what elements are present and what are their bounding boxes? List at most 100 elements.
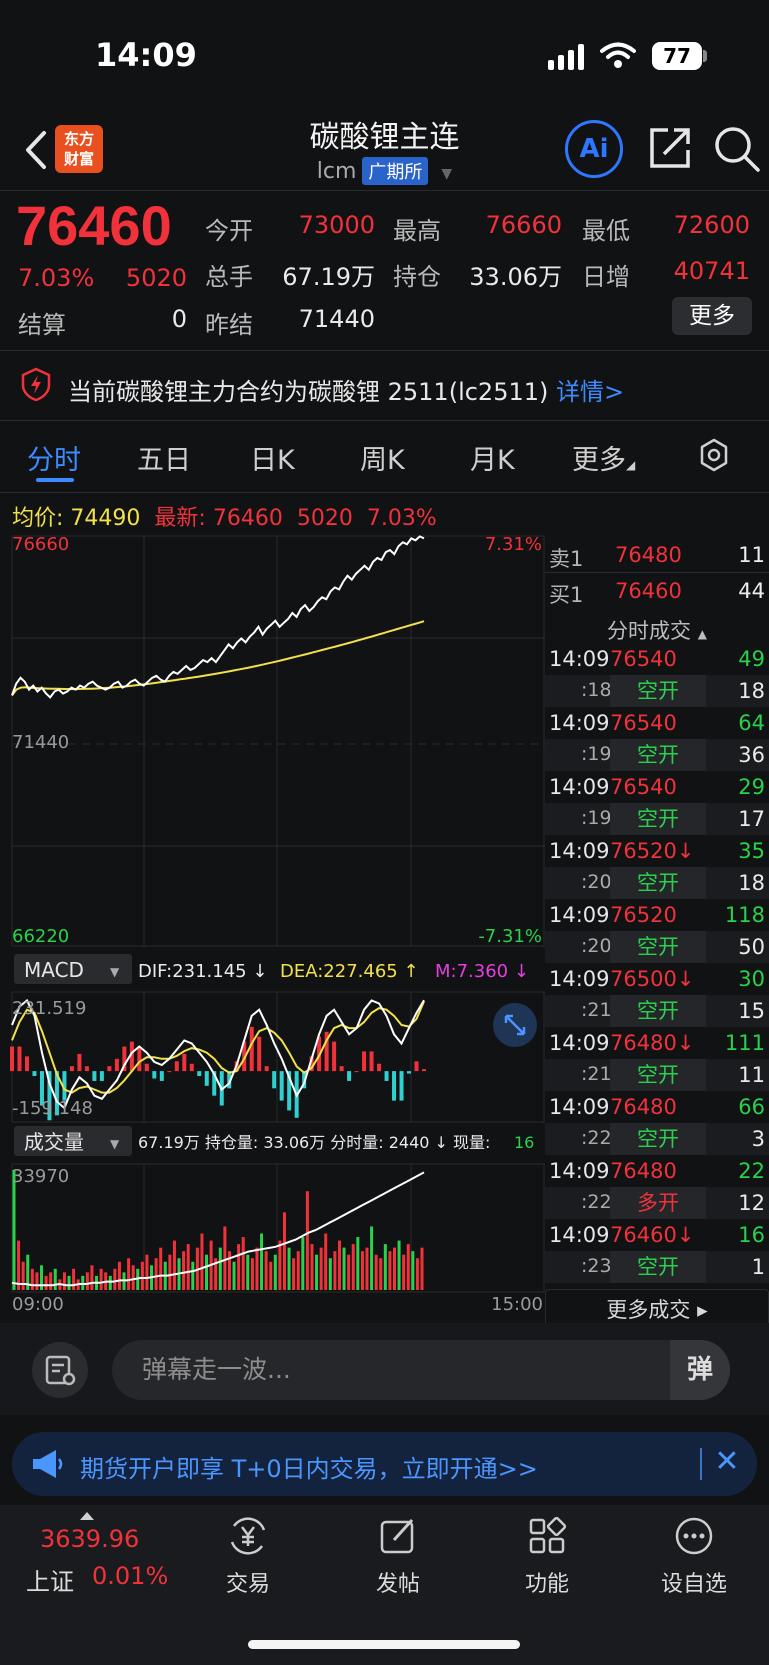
volume-bar (415, 1258, 419, 1290)
battery-tip (703, 50, 707, 62)
volume-bar (255, 1247, 259, 1290)
order-book-volume: 11 (738, 543, 765, 567)
comment-list-icon[interactable] (32, 1342, 88, 1398)
tick-seconds: :23 (581, 1255, 612, 1277)
edit-post-icon (380, 1518, 414, 1554)
macd-bar (69, 1066, 74, 1072)
tick-price: 76520 (610, 903, 677, 927)
intraday-info-line: 均价: 74490 最新: 76460 5020 7.03% (12, 506, 437, 531)
nav-functions[interactable]: 功能 (487, 1512, 607, 1598)
volume-bar (232, 1261, 236, 1290)
volume-bar (250, 1258, 254, 1290)
notice-detail-link[interactable]: 详情> (556, 378, 624, 406)
danmu-input[interactable]: 弹幕走一波... (112, 1340, 730, 1400)
volume-bar (296, 1251, 300, 1290)
danmu-toggle-button[interactable]: 弹 (670, 1340, 730, 1400)
tick-row: 14:09 76540 29 (545, 771, 769, 803)
close-icon[interactable]: ✕ (712, 1442, 742, 1482)
tab-monthly-k[interactable]: 月K (470, 438, 515, 477)
tick-seconds: :21 (581, 1063, 612, 1085)
tick-action: 空开 (610, 1059, 706, 1091)
tick-subrow: :23 空开 1 (545, 1251, 769, 1283)
volume-bar (287, 1247, 291, 1290)
volume-bar (117, 1261, 121, 1290)
divider (0, 190, 769, 191)
macd-bar (144, 1063, 149, 1072)
tick-sub-volume: 17 (738, 807, 765, 831)
tick-seconds: :19 (581, 807, 612, 829)
volume-bar (282, 1212, 286, 1290)
tick-volume: 49 (738, 647, 765, 671)
status-time: 14:09 (95, 36, 197, 74)
signal-icon (548, 44, 584, 70)
promo-text[interactable]: 期货开户即享 T+0日内交易，立即开通>> (80, 1449, 538, 1484)
volume-bar (168, 1254, 172, 1290)
volume-bar (411, 1251, 415, 1290)
volume-bar (420, 1247, 424, 1290)
share-icon[interactable] (646, 124, 694, 172)
volume-selector-label: 成交量 (24, 1130, 84, 1154)
notice-text[interactable]: 当前碳酸锂主力合约为碳酸锂 2511(lc2511) 详情> (68, 372, 624, 407)
tab-intraday[interactable]: 分时 (27, 438, 81, 477)
daily-increase-label: 日增 (582, 263, 630, 291)
nav-trade[interactable]: 交易 (188, 1512, 308, 1598)
tab-weekly-k[interactable]: 周K (360, 438, 405, 477)
more-dots-icon (675, 1517, 713, 1555)
gear-icon[interactable] (696, 437, 732, 473)
tab-more[interactable]: 更多◢ (572, 438, 635, 477)
daily-increase-value: 40741 (673, 257, 750, 285)
wifi-icon (600, 42, 636, 68)
intraday-chart[interactable]: 76660 7.31% 71440 66220 -7.31% MACD ▼ DI… (0, 530, 545, 1320)
nav-watchlist[interactable]: 设自选 (634, 1512, 754, 1598)
macd-bar (347, 1071, 352, 1081)
open-interest-value: 33.06万 (469, 263, 562, 291)
ticks-header[interactable]: 分时成交 ▲ (545, 609, 769, 643)
volume-bar (365, 1247, 369, 1290)
index-change[interactable]: 0.01% (92, 1562, 168, 1590)
tick-price: 76480 (610, 1159, 677, 1183)
macd-bar (369, 1051, 374, 1072)
tick-subrow: :20 空开 50 (545, 931, 769, 963)
volume-bar (21, 1261, 25, 1290)
volume-bar (324, 1233, 328, 1290)
volume-bar (223, 1226, 227, 1290)
ai-assistant-button[interactable]: Ai (565, 120, 623, 178)
more-quote-button[interactable]: 更多 (672, 297, 752, 335)
macd-bar (257, 1036, 262, 1072)
divider (0, 492, 769, 493)
index-value[interactable]: 3639.96 (40, 1525, 139, 1553)
tick-subrow: :21 空开 11 (545, 1059, 769, 1091)
volume-bar (347, 1254, 351, 1290)
nav-post[interactable]: 发帖 (338, 1512, 458, 1598)
price-axis-top: 76660 (12, 534, 69, 555)
volume-bar (301, 1237, 305, 1290)
volume-bar (53, 1268, 57, 1290)
tick-row: 14:09 76500↓ 30 (545, 963, 769, 995)
tick-seconds: :20 (581, 935, 612, 957)
tick-sub-volume: 15 (738, 999, 765, 1023)
tick-row: 14:09 76520↓ 35 (545, 835, 769, 867)
macd-bar (107, 1066, 112, 1072)
index-name[interactable]: 上证 (26, 1562, 74, 1597)
order-book-side: 买1 (549, 583, 584, 607)
tick-seconds: :19 (581, 743, 612, 765)
macd-bar (332, 1041, 337, 1072)
macd-bar (377, 1063, 382, 1072)
exchange-tag: 广期所 (362, 157, 429, 185)
tick-time: 14:09 (549, 1159, 610, 1183)
tick-time: 14:09 (549, 711, 610, 735)
tab-daily-k[interactable]: 日K (250, 438, 295, 477)
volume-label: 总手 (205, 263, 253, 291)
macd-bar (17, 1046, 22, 1072)
volume-bar (246, 1254, 250, 1290)
alert-shield-icon (21, 367, 51, 401)
x-axis-end: 15:00 (491, 1294, 543, 1315)
volume-bar (241, 1237, 245, 1290)
tick-action: 空开 (610, 995, 706, 1027)
volume-bar (218, 1247, 222, 1290)
search-icon[interactable] (712, 124, 762, 174)
high-value: 76660 (485, 211, 562, 239)
tick-volume: 30 (738, 967, 765, 991)
tick-volume: 29 (738, 775, 765, 799)
tab-five-day[interactable]: 五日 (137, 438, 191, 477)
